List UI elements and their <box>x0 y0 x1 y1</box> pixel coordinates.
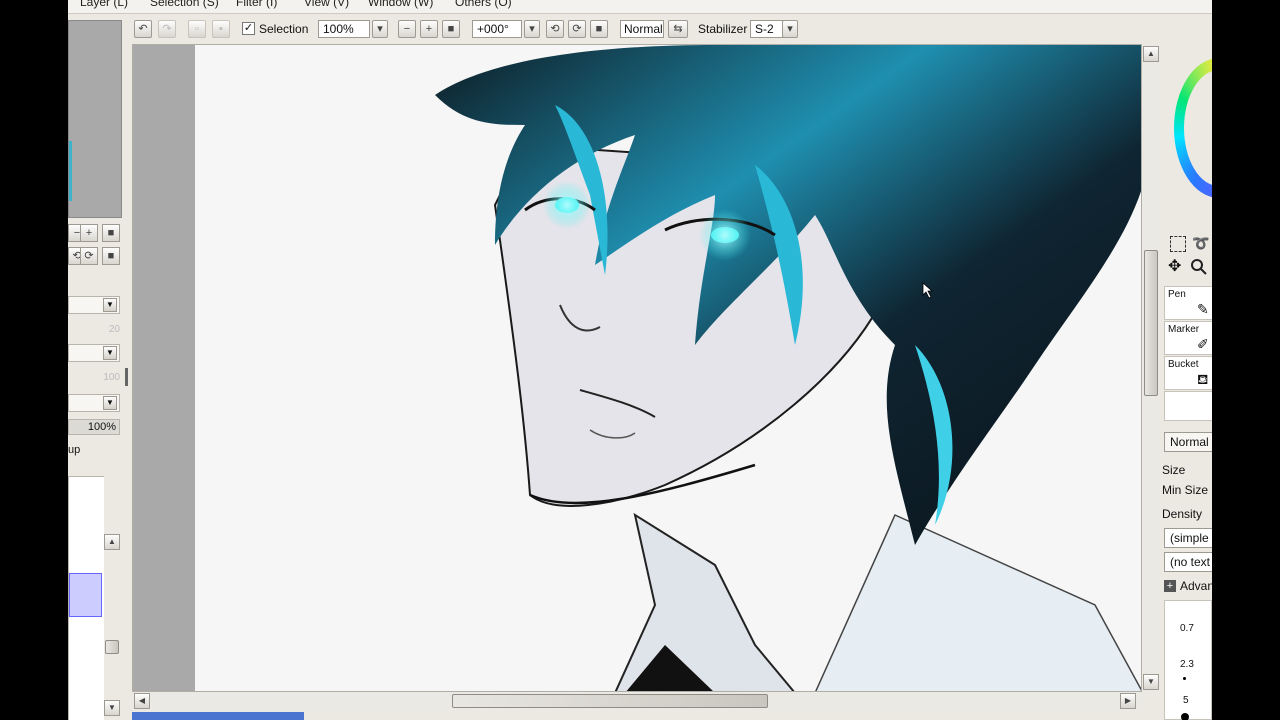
brush-blend-mode[interactable]: Normal <box>1164 432 1212 452</box>
hscroll-right-arrow[interactable]: ▶ <box>1120 693 1136 709</box>
brush-size-2[interactable]: 5 <box>1183 695 1189 706</box>
artwork-illustration <box>435 45 1141 691</box>
opacity-field[interactable]: 100% <box>68 419 120 435</box>
zoom-dropdown-button[interactable]: ▾ <box>372 20 388 38</box>
layer-scroll-thumb[interactable] <box>105 640 119 654</box>
left-panel: − + ■ ⟲ ⟳ ■ ▼ 20 ▼ 100 ▼ 100% up ▣ ⧉ ⧉ ▲… <box>68 14 128 720</box>
menu-layer[interactable]: Layer (L) <box>80 0 128 9</box>
layer-option-combo[interactable]: ▼ <box>68 344 120 362</box>
bucket-icon: ⛾ <box>1197 371 1209 387</box>
rotation-reset-button[interactable]: ■ <box>590 20 608 38</box>
vscroll-down-arrow[interactable]: ▼ <box>1143 674 1159 690</box>
min-size-label: Min Size <box>1162 483 1209 497</box>
rect-select-icon[interactable] <box>1170 236 1186 252</box>
zoom-reset-button[interactable]: ■ <box>442 20 460 38</box>
redo-button[interactable]: ↷ <box>158 20 176 38</box>
menu-selection[interactable]: Selection (S) <box>150 0 219 9</box>
density-label: Density <box>1162 507 1203 521</box>
brush-size-list[interactable]: 0.7 2.3 5 <box>1164 600 1212 720</box>
right-panel: ➰ ✥ Pen ✎ Marker ✐ Bucket ⛾ Normal Size … <box>1162 18 1212 720</box>
undo-button[interactable]: ↶ <box>134 20 152 38</box>
tool-bucket-label: Bucket <box>1168 359 1199 370</box>
vscroll-up-arrow[interactable]: ▲ <box>1143 46 1159 62</box>
marker-icon: ✐ <box>1197 336 1209 352</box>
layer-scroll-down[interactable]: ▼ <box>104 700 120 716</box>
hscroll-left-arrow[interactable]: ◀ <box>134 693 150 709</box>
deselect-button[interactable]: ▫ <box>188 20 206 38</box>
panel-splitter[interactable] <box>125 368 128 386</box>
stabilizer-field[interactable]: S-2 <box>750 20 786 38</box>
rotate-right-button[interactable]: ⟳ <box>568 20 586 38</box>
tool-empty-slot[interactable] <box>1164 391 1212 421</box>
stabilizer-label: Stabilizer <box>698 22 748 36</box>
menu-view[interactable]: View (V) <box>304 0 349 9</box>
rotate-left-button[interactable]: ⟲ <box>546 20 564 38</box>
canvas-horizontal-scrollbar[interactable]: ◀ ▶ <box>132 692 1142 710</box>
layer-scroll-up[interactable]: ▲ <box>104 534 120 550</box>
flip-view-button[interactable]: ⇆ <box>668 20 688 38</box>
view-mode-field[interactable]: Normal <box>620 20 664 38</box>
canvas-vertical-scrollbar[interactable]: ▲ ▼ <box>1142 44 1160 692</box>
advanced-label[interactable]: Advan <box>1180 579 1212 593</box>
layer-value-100: 100 <box>103 372 120 383</box>
tool-marker[interactable]: Marker ✐ <box>1164 321 1212 355</box>
brush-shape-select[interactable]: (simple c <box>1164 528 1212 548</box>
nav-zoom-in-button[interactable]: + <box>80 224 98 242</box>
layer-list-scrollbar[interactable]: ▲ ▼ <box>104 476 120 720</box>
menu-bar: Layer (L) Selection (S) Filter (I) View … <box>68 0 1212 14</box>
tool-pen-label: Pen <box>1168 289 1186 300</box>
navigator-thumbnail[interactable] <box>68 20 122 218</box>
nav-rotate-right-button[interactable]: ⟳ <box>80 247 98 265</box>
canvas-area <box>132 44 1142 692</box>
vscroll-thumb[interactable] <box>1144 250 1158 396</box>
brush-size-0[interactable]: 0.7 <box>1180 623 1194 634</box>
blending-combo[interactable]: ▼ <box>68 394 120 412</box>
menu-window[interactable]: Window (W) <box>368 0 433 9</box>
rotation-field[interactable]: +000° <box>472 20 522 38</box>
selection-checkbox[interactable]: ✓ <box>242 22 255 35</box>
invert-selection-button[interactable]: ▪ <box>212 20 230 38</box>
rotation-dropdown-button[interactable]: ▾ <box>524 20 540 38</box>
pen-icon: ✎ <box>1197 301 1209 317</box>
zoom-in-button[interactable]: + <box>420 20 438 38</box>
tool-pen[interactable]: Pen ✎ <box>1164 286 1212 320</box>
brush-size-1[interactable]: 2.3 <box>1180 659 1194 670</box>
selection-label: Selection <box>259 22 309 36</box>
size-label: Size <box>1162 463 1186 477</box>
layer-blend-combo[interactable]: ▼ <box>68 296 120 314</box>
nav-rotation-reset-button[interactable]: ■ <box>102 247 120 265</box>
brush-texture-select[interactable]: (no text <box>1164 552 1212 572</box>
selected-layer[interactable] <box>69 573 102 617</box>
zoom-out-button[interactable]: − <box>398 20 416 38</box>
paint-tool-window: Layer (L) Selection (S) Filter (I) View … <box>68 0 1212 720</box>
lasso-icon[interactable]: ➰ <box>1192 234 1210 252</box>
tool-marker-label: Marker <box>1168 324 1200 335</box>
drawing-canvas[interactable] <box>195 45 1141 691</box>
group-label: up <box>68 444 81 456</box>
zoom-field[interactable]: 100% <box>318 20 370 38</box>
stabilizer-dropdown-button[interactable]: ▾ <box>782 20 798 38</box>
advanced-expand-icon[interactable]: + <box>1164 580 1176 592</box>
move-icon[interactable]: ✥ <box>1168 258 1186 276</box>
nav-reset-button[interactable]: ■ <box>102 224 120 242</box>
top-toolbar: ↶ ↷ ▫ ▪ ✓ Selection 100% ▾ − + ■ +000° ▾… <box>132 18 1212 44</box>
menu-filter[interactable]: Filter (I) <box>236 0 277 9</box>
status-strip <box>132 712 304 720</box>
layer-list[interactable] <box>68 476 106 720</box>
layer-value-20: 20 <box>108 324 120 335</box>
zoom-tool-icon[interactable] <box>1190 258 1208 276</box>
tool-bucket[interactable]: Bucket ⛾ <box>1164 356 1212 390</box>
menu-others[interactable]: Others (O) <box>455 0 512 9</box>
hscroll-thumb[interactable] <box>452 694 768 708</box>
